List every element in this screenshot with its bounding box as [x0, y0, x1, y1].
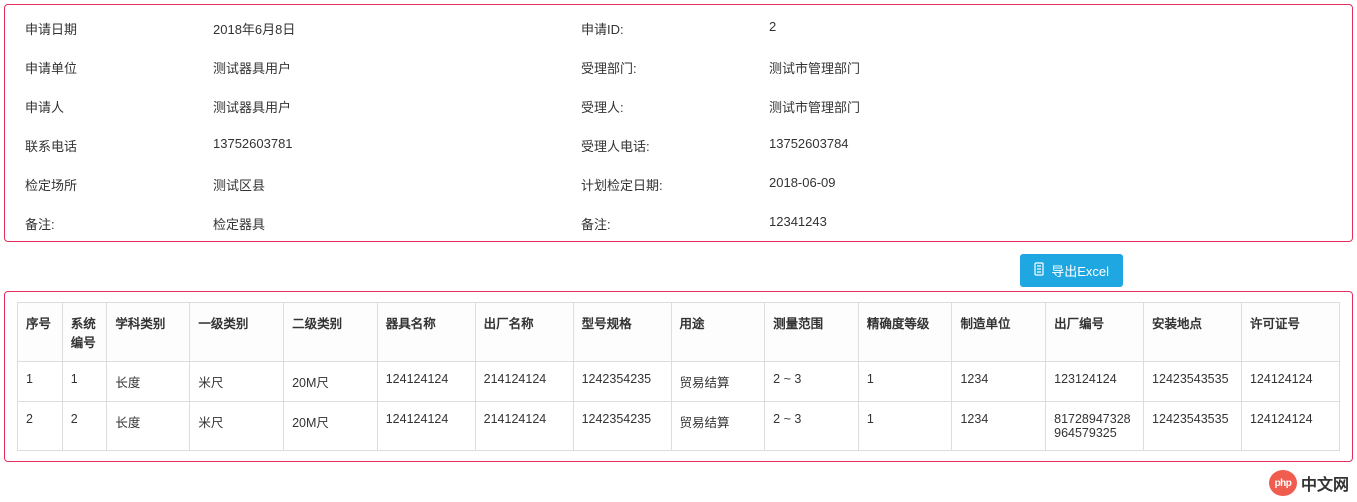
th-range: 测量范围	[765, 303, 859, 362]
label-applicant: 申请人	[25, 97, 205, 116]
th-sys-no: 系统编号	[62, 303, 107, 362]
instrument-table: 序号 系统编号 学科类别 一级类别 二级类别 器具名称 出厂名称 型号规格 用途…	[17, 302, 1340, 451]
cell-sys-no: 2	[62, 402, 107, 451]
cell-cat1: 米尺	[190, 362, 284, 402]
info-panel: 申请日期 2018年6月8日 申请ID: 2 申请单位 测试器具用户 受理部门:…	[4, 4, 1353, 242]
cell-manufacturer: 1234	[952, 362, 1046, 402]
cell-cat2: 20M尺	[284, 402, 378, 451]
label-acceptor-phone: 受理人电话:	[581, 136, 761, 155]
th-seq: 序号	[18, 303, 63, 362]
th-accuracy: 精确度等级	[858, 303, 952, 362]
value-plan-date: 2018-06-09	[769, 175, 1332, 194]
cell-cat2: 20M尺	[284, 362, 378, 402]
label-remark-right: 备注:	[581, 214, 761, 233]
value-apply-unit: 测试器具用户	[213, 58, 573, 77]
watermark: php 中文网	[1269, 470, 1349, 496]
th-subject: 学科类别	[107, 303, 190, 362]
value-acceptor: 测试市管理部门	[769, 97, 1332, 116]
cell-seq: 1	[18, 362, 63, 402]
cell-model: 1242354235	[573, 402, 671, 451]
value-apply-date: 2018年6月8日	[213, 19, 573, 38]
value-remark-left: 检定器具	[213, 214, 573, 233]
value-apply-id: 2	[769, 19, 1332, 38]
export-excel-label: 导出Excel	[1051, 261, 1109, 280]
cell-license-no: 124124124	[1241, 362, 1339, 402]
label-apply-date: 申请日期	[25, 19, 205, 38]
label-remark-left: 备注:	[25, 214, 205, 233]
export-excel-button[interactable]: 导出Excel	[1020, 254, 1123, 287]
cell-accuracy: 1	[858, 362, 952, 402]
cell-license-no: 124124124	[1241, 402, 1339, 451]
th-name: 器具名称	[377, 303, 475, 362]
cell-seq: 2	[18, 402, 63, 451]
cell-name: 124124124	[377, 402, 475, 451]
table-row: 1 1 长度 米尺 20M尺 124124124 214124124 12423…	[18, 362, 1340, 402]
th-model: 型号规格	[573, 303, 671, 362]
value-inspect-location: 测试区县	[213, 175, 573, 194]
label-acceptor: 受理人:	[581, 97, 761, 116]
value-remark-right: 12341243	[769, 214, 1332, 233]
cell-usage: 贸易结算	[671, 362, 765, 402]
th-manufacturer: 制造单位	[952, 303, 1046, 362]
th-usage: 用途	[671, 303, 765, 362]
cell-manufacturer: 1234	[952, 402, 1046, 451]
label-contact-phone: 联系电话	[25, 136, 205, 155]
cell-range: 2 ~ 3	[765, 402, 859, 451]
th-factory: 出厂名称	[475, 303, 573, 362]
table-header-row: 序号 系统编号 学科类别 一级类别 二级类别 器具名称 出厂名称 型号规格 用途…	[18, 303, 1340, 362]
cell-serial-no: 81728947328964579325	[1046, 402, 1144, 451]
value-applicant: 测试器具用户	[213, 97, 573, 116]
cell-subject: 长度	[107, 402, 190, 451]
cell-name: 124124124	[377, 362, 475, 402]
label-apply-unit: 申请单位	[25, 58, 205, 77]
th-install-loc: 安装地点	[1144, 303, 1242, 362]
table-row: 2 2 长度 米尺 20M尺 124124124 214124124 12423…	[18, 402, 1340, 451]
toolbar: 导出Excel	[4, 254, 1353, 287]
cell-serial-no: 123124124	[1046, 362, 1144, 402]
label-plan-date: 计划检定日期:	[581, 175, 761, 194]
value-accept-dept: 测试市管理部门	[769, 58, 1332, 77]
cell-sys-no: 1	[62, 362, 107, 402]
cell-accuracy: 1	[858, 402, 952, 451]
cell-install-loc: 12423543535	[1144, 362, 1242, 402]
cell-factory: 214124124	[475, 362, 573, 402]
cell-model: 1242354235	[573, 362, 671, 402]
th-license-no: 许可证号	[1241, 303, 1339, 362]
cell-subject: 长度	[107, 362, 190, 402]
cell-factory: 214124124	[475, 402, 573, 451]
php-logo-icon: php	[1269, 470, 1297, 496]
label-accept-dept: 受理部门:	[581, 58, 761, 77]
label-inspect-location: 检定场所	[25, 175, 205, 194]
label-apply-id: 申请ID:	[581, 19, 761, 38]
th-serial-no: 出厂编号	[1046, 303, 1144, 362]
cell-cat1: 米尺	[190, 402, 284, 451]
table-panel: 序号 系统编号 学科类别 一级类别 二级类别 器具名称 出厂名称 型号规格 用途…	[4, 291, 1353, 462]
value-acceptor-phone: 13752603784	[769, 136, 1332, 155]
value-contact-phone: 13752603781	[213, 136, 573, 155]
cell-usage: 贸易结算	[671, 402, 765, 451]
watermark-text: 中文网	[1301, 471, 1349, 495]
th-cat2: 二级类别	[284, 303, 378, 362]
file-export-icon	[1034, 262, 1046, 279]
th-cat1: 一级类别	[190, 303, 284, 362]
cell-install-loc: 12423543535	[1144, 402, 1242, 451]
info-grid: 申请日期 2018年6月8日 申请ID: 2 申请单位 测试器具用户 受理部门:…	[25, 19, 1332, 233]
cell-range: 2 ~ 3	[765, 362, 859, 402]
